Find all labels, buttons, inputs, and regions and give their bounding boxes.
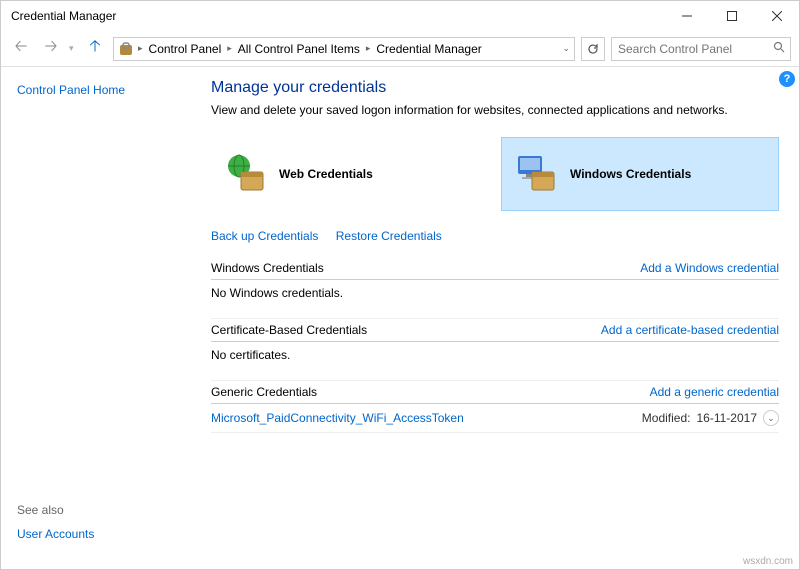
breadcrumb-1[interactable]: Control Panel bbox=[147, 42, 224, 56]
breadcrumb-2[interactable]: All Control Panel Items bbox=[236, 42, 362, 56]
breadcrumb-3[interactable]: Credential Manager bbox=[374, 42, 483, 56]
refresh-button[interactable] bbox=[581, 37, 605, 61]
recent-locations-button[interactable]: ▾ bbox=[69, 43, 77, 54]
action-links: Back up Credentials Restore Credentials bbox=[211, 229, 779, 243]
forward-button[interactable]: 🡢 bbox=[39, 37, 63, 61]
help-icon[interactable]: ? bbox=[779, 71, 795, 87]
add-windows-credential-link[interactable]: Add a Windows credential bbox=[640, 261, 779, 275]
search-input[interactable] bbox=[618, 42, 773, 56]
page-subtitle: View and delete your saved logon informa… bbox=[211, 103, 779, 117]
see-also-label: See also bbox=[17, 503, 175, 517]
windows-credentials-icon bbox=[512, 150, 560, 198]
maximize-button[interactable] bbox=[709, 1, 754, 31]
sidebar-home-link[interactable]: Control Panel Home bbox=[17, 83, 175, 97]
cert-credentials-empty: No certificates. bbox=[211, 342, 779, 381]
credential-modified: Modified: 16-11-2017 ⌄ bbox=[642, 410, 779, 426]
add-generic-credential-link[interactable]: Add a generic credential bbox=[650, 385, 779, 399]
windows-credentials-header: Windows Credentials Add a Windows creden… bbox=[211, 257, 779, 280]
backup-credentials-link[interactable]: Back up Credentials bbox=[211, 229, 318, 243]
chevron-right-icon: ▸ bbox=[138, 43, 143, 54]
expand-entry-button[interactable]: ⌄ bbox=[763, 410, 779, 426]
up-button[interactable]: 🡡 bbox=[83, 37, 107, 61]
add-cert-credential-link[interactable]: Add a certificate-based credential bbox=[601, 323, 779, 337]
titlebar: Credential Manager bbox=[1, 1, 799, 31]
back-button[interactable]: 🡠 bbox=[9, 37, 33, 61]
watermark: wsxdn.com bbox=[743, 556, 793, 567]
windows-credentials-label: Windows Credentials bbox=[570, 167, 691, 181]
dropdown-icon[interactable]: ⌄ bbox=[562, 43, 570, 54]
address-bar[interactable]: ▸ Control Panel ▸ All Control Panel Item… bbox=[113, 37, 575, 61]
windows-credentials-tile[interactable]: Windows Credentials bbox=[501, 137, 779, 211]
chevron-right-icon: ▸ bbox=[366, 43, 371, 54]
generic-credential-entry[interactable]: Microsoft_PaidConnectivity_WiFi_AccessTo… bbox=[211, 404, 779, 433]
sidebar: Control Panel Home See also User Account… bbox=[1, 67, 191, 569]
web-credentials-icon bbox=[221, 150, 269, 198]
page-title: Manage your credentials bbox=[211, 79, 779, 97]
search-box[interactable] bbox=[611, 37, 791, 61]
chevron-right-icon: ▸ bbox=[227, 43, 232, 54]
sidebar-user-accounts-link[interactable]: User Accounts bbox=[17, 527, 175, 541]
cert-credentials-title: Certificate-Based Credentials bbox=[211, 323, 367, 337]
modified-date: 16-11-2017 bbox=[697, 411, 758, 425]
content-area: Control Panel Home See also User Account… bbox=[1, 67, 799, 569]
windows-credentials-title: Windows Credentials bbox=[211, 261, 324, 275]
generic-credentials-title: Generic Credentials bbox=[211, 385, 317, 399]
credential-type-tiles: Web Credentials Windows Credentials bbox=[211, 137, 779, 211]
restore-credentials-link[interactable]: Restore Credentials bbox=[336, 229, 442, 243]
generic-credentials-header: Generic Credentials Add a generic creden… bbox=[211, 381, 779, 404]
credential-name: Microsoft_PaidConnectivity_WiFi_AccessTo… bbox=[211, 411, 464, 425]
web-credentials-tile[interactable]: Web Credentials bbox=[211, 137, 487, 211]
credential-manager-icon bbox=[118, 41, 134, 57]
toolbar: 🡠 🡢 ▾ 🡡 ▸ Control Panel ▸ All Control Pa… bbox=[1, 31, 799, 67]
minimize-button[interactable] bbox=[664, 1, 709, 31]
modified-label: Modified: bbox=[642, 411, 691, 425]
window-title: Credential Manager bbox=[11, 9, 664, 23]
close-button[interactable] bbox=[754, 1, 799, 31]
search-icon[interactable] bbox=[773, 40, 785, 58]
cert-credentials-header: Certificate-Based Credentials Add a cert… bbox=[211, 319, 779, 342]
web-credentials-label: Web Credentials bbox=[279, 167, 373, 181]
main-panel: ? Manage your credentials View and delet… bbox=[191, 67, 799, 569]
windows-credentials-empty: No Windows credentials. bbox=[211, 280, 779, 319]
